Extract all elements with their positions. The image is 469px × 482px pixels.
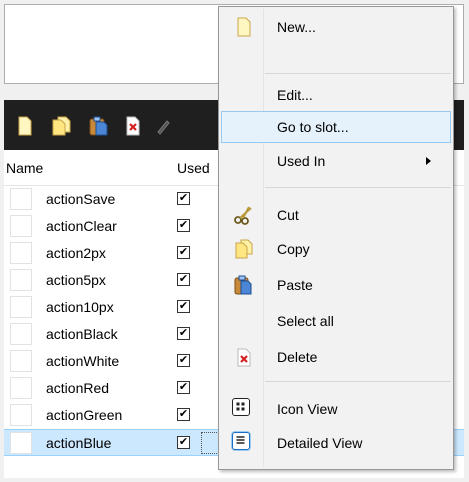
slot-name: action2px: [46, 245, 106, 261]
menu-item-detailed-view[interactable]: Detailed View: [221, 427, 451, 459]
slot-name: actionRed: [46, 380, 110, 396]
slot-name: actionBlue: [46, 435, 112, 451]
used-checkbox[interactable]: ✔: [177, 354, 190, 367]
menu-item-cut[interactable]: Cut: [221, 199, 451, 231]
slot-name: action5px: [46, 272, 106, 288]
slot-thumbnail: [10, 215, 32, 237]
slot-name: actionWhite: [46, 353, 120, 369]
detailed-view-icon: [232, 432, 250, 450]
new-doc-icon: [237, 17, 251, 37]
slot-thumbnail: [10, 350, 32, 372]
menu-item-label: Delete: [277, 349, 318, 365]
menu-item-label: Used In: [277, 153, 326, 169]
delete-doc-icon: [237, 348, 251, 367]
used-checkbox[interactable]: ✔: [177, 436, 190, 449]
context-menu: New... Edit... Go to slot... Used In Cut: [218, 6, 454, 470]
slot-thumbnail: [10, 377, 32, 399]
scissors-icon: [234, 206, 252, 225]
used-checkbox[interactable]: ✔: [177, 192, 190, 205]
menu-separator: [265, 381, 451, 382]
menu-item-edit[interactable]: Edit...: [221, 79, 451, 111]
paste-doc-icon: [234, 275, 252, 295]
used-checkbox[interactable]: ✔: [177, 381, 190, 394]
menu-separator: [265, 187, 451, 188]
slot-thumbnail: [10, 404, 32, 426]
submenu-arrow-icon: [426, 157, 431, 165]
slot-thumbnail: [10, 296, 32, 318]
copy-doc-icon: [235, 239, 253, 259]
menu-item-new[interactable]: New...: [221, 11, 451, 43]
menu-item-label: New...: [277, 19, 316, 35]
used-checkbox[interactable]: ✔: [177, 327, 190, 340]
icon-view-icon: [232, 398, 250, 416]
used-checkbox[interactable]: ✔: [177, 246, 190, 259]
menu-item-select-all[interactable]: Select all: [221, 305, 451, 337]
delete-doc-icon[interactable]: [124, 116, 142, 136]
slot-name: actionGreen: [46, 407, 123, 423]
menu-item-label: Edit...: [277, 87, 313, 103]
slot-thumbnail: [10, 432, 32, 454]
menu-item-delete[interactable]: Delete: [221, 341, 451, 373]
used-checkbox[interactable]: ✔: [177, 300, 190, 313]
menu-item-used-in[interactable]: Used In: [221, 145, 451, 177]
menu-item-go-to-slot[interactable]: Go to slot...: [221, 111, 451, 143]
menu-item-label: Select all: [277, 313, 334, 329]
slot-thumbnail: [10, 323, 32, 345]
slot-thumbnail: [10, 188, 32, 210]
slot-name: action10px: [46, 299, 114, 315]
used-checkbox[interactable]: ✔: [177, 273, 190, 286]
menu-item-label: Copy: [277, 241, 310, 257]
menu-item-icon-view[interactable]: Icon View: [221, 393, 451, 425]
menu-item-label: Go to slot...: [277, 119, 349, 135]
paste-doc-icon[interactable]: [88, 116, 110, 136]
menu-item-label: Paste: [277, 277, 313, 293]
menu-item-paste[interactable]: Paste: [221, 269, 451, 301]
menu-item-copy[interactable]: Copy: [221, 233, 451, 265]
column-header-used[interactable]: Used: [177, 160, 210, 176]
slot-name: actionClear: [46, 218, 117, 234]
copy-doc-icon[interactable]: [50, 116, 74, 136]
used-checkbox[interactable]: ✔: [177, 408, 190, 421]
menu-item-label: Detailed View: [277, 435, 363, 451]
menu-item-label: Icon View: [277, 401, 338, 417]
used-checkbox[interactable]: ✔: [177, 219, 190, 232]
edit-pen-icon[interactable]: [154, 116, 172, 136]
menu-item-label: Cut: [277, 207, 299, 223]
slot-name: actionBlack: [46, 326, 118, 342]
menu-separator: [265, 73, 451, 74]
slot-name: actionSave: [46, 191, 116, 207]
slot-thumbnail: [10, 242, 32, 264]
new-doc-icon[interactable]: [16, 116, 34, 136]
slot-thumbnail: [10, 269, 32, 291]
app-window: Name Used actionSave ✔ actionClear ✔ action2…: [0, 0, 469, 482]
column-header-name[interactable]: Name: [6, 160, 43, 176]
